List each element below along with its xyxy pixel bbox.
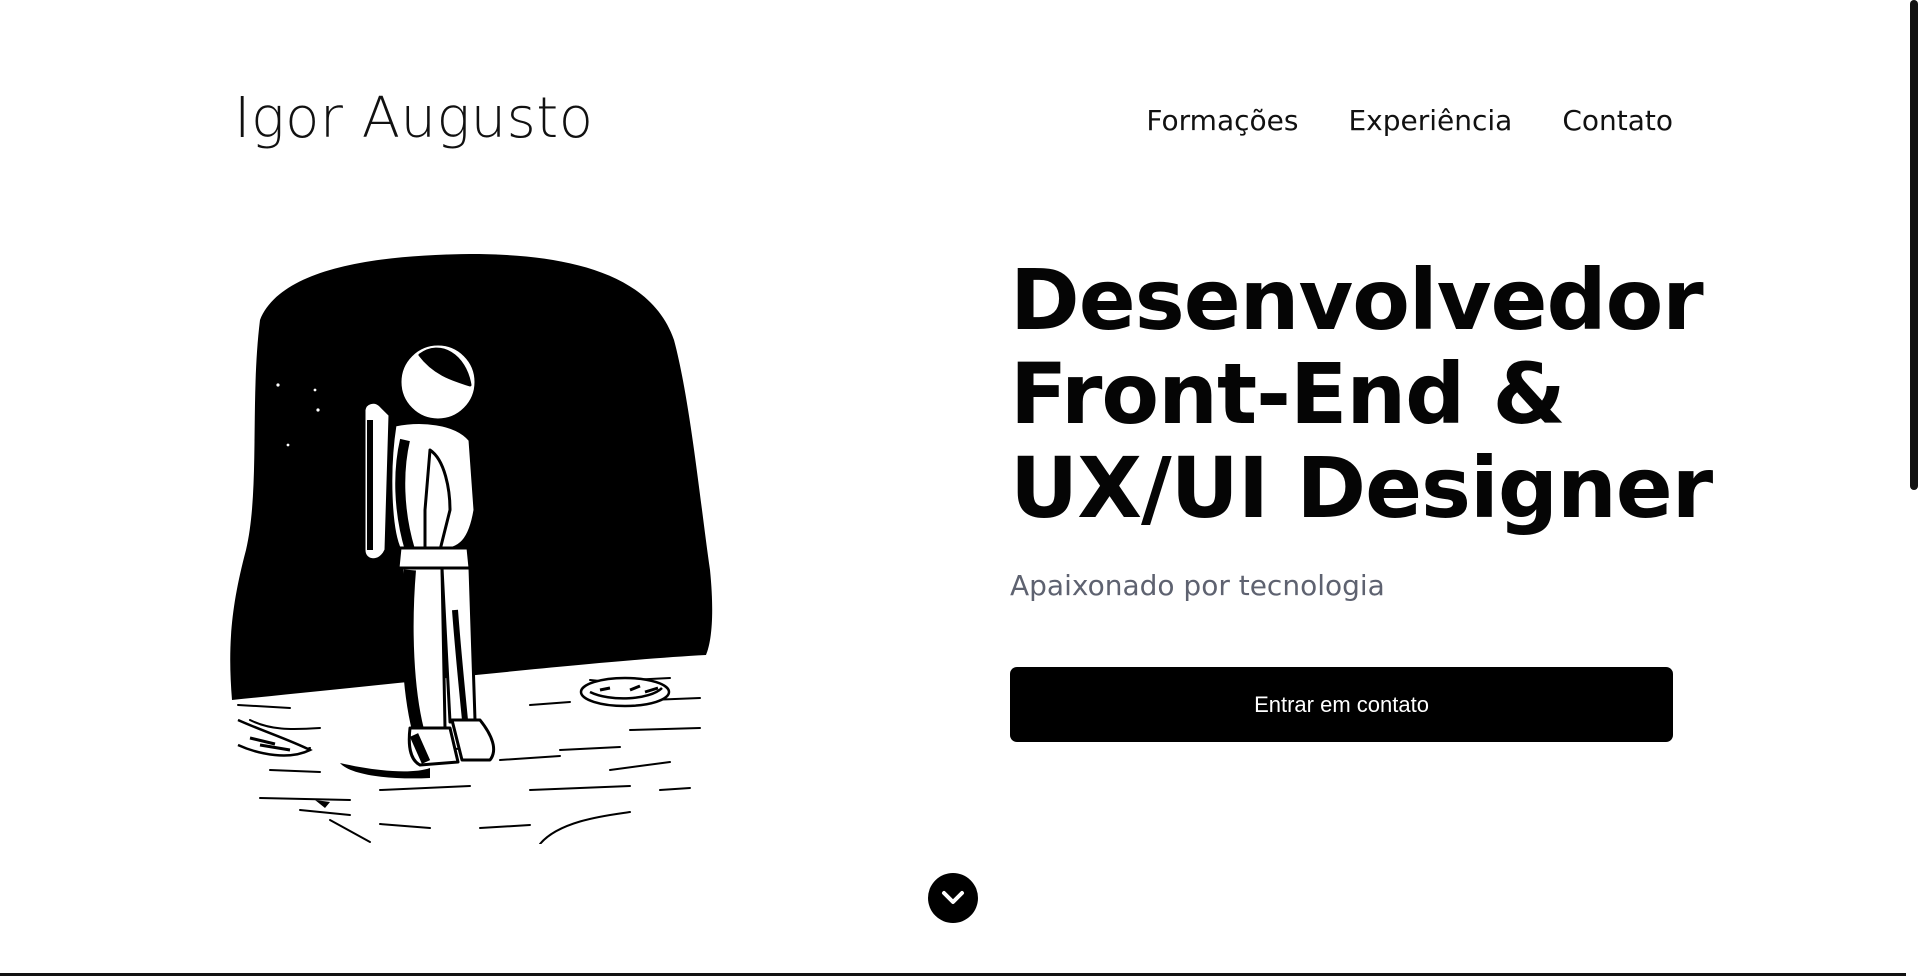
hero-title-line: UX/UI Designer	[1010, 439, 1713, 537]
hero-subtitle: Apaixonado por tecnologia	[1010, 569, 1385, 602]
contact-button[interactable]: Entrar em contato	[1010, 667, 1673, 742]
star	[313, 388, 317, 392]
astronaut-illustration	[230, 254, 713, 844]
hero-section: Desenvolvedor Front-End & UX/UI Designer…	[1010, 251, 1713, 602]
scroll-down-button[interactable]	[928, 873, 978, 923]
scrollbar[interactable]	[1906, 0, 1920, 976]
main-nav: Formações Experiência Contato	[1146, 104, 1673, 137]
star	[316, 408, 320, 412]
hero-title: Desenvolvedor Front-End & UX/UI Designer	[1010, 251, 1713, 537]
site-brand[interactable]: Igor Augusto	[234, 88, 594, 150]
nav-link-formacoes[interactable]: Formações	[1146, 104, 1298, 137]
crater	[579, 676, 671, 708]
hero-title-line: Front-End &	[1010, 345, 1566, 443]
nav-link-experiencia[interactable]: Experiência	[1348, 104, 1512, 137]
star	[286, 443, 290, 447]
crater	[237, 718, 313, 757]
nav-link-contato[interactable]: Contato	[1562, 104, 1673, 137]
scrollbar-thumb[interactable]	[1910, 0, 1918, 490]
page: Igor Augusto Formações Experiência Conta…	[0, 0, 1920, 976]
chevron-down-icon	[942, 891, 964, 904]
hero-title-line: Desenvolvedor	[1010, 251, 1704, 349]
star	[276, 383, 280, 387]
